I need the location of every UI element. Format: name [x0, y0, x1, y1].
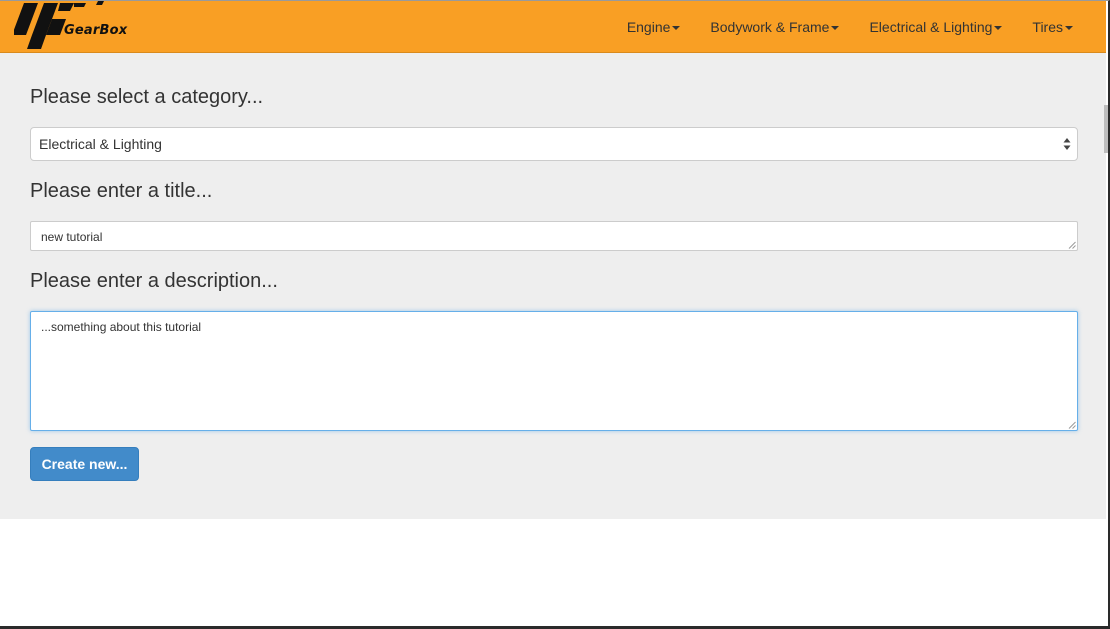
caret-down-icon: [1065, 25, 1073, 30]
nav-item-label: Tires: [1032, 19, 1063, 35]
category-label: Please select a category...: [30, 86, 264, 108]
category-select[interactable]: Electrical & Lighting: [30, 127, 1078, 161]
caret-down-icon: [994, 25, 1003, 30]
navbar: GearBox Engine Bodywork & Frame Electric…: [0, 1, 1106, 53]
nav-item-electrical-lighting[interactable]: Electrical & Lighting: [854, 1, 1017, 53]
resize-grip-icon[interactable]: [1068, 241, 1076, 249]
title-input-value: new tutorial: [41, 230, 103, 244]
resize-grip-icon[interactable]: [1068, 421, 1076, 429]
browser-window: GearBox Engine Bodywork & Frame Electric…: [0, 0, 1110, 629]
nav-item-tires[interactable]: Tires: [1017, 1, 1088, 53]
description-textarea-value: ...something about this tutorial: [41, 320, 202, 334]
title-input[interactable]: new tutorial: [30, 221, 1078, 251]
create-tutorial-form: Please select a category... Electrical &…: [0, 53, 1108, 519]
select-arrows-icon: [1063, 138, 1071, 150]
nav-item-bodywork-frame[interactable]: Bodywork & Frame: [695, 1, 854, 53]
nav-item-label: Engine: [626, 19, 671, 35]
brand-name: GearBox: [64, 23, 128, 38]
category-select-value: Electrical & Lighting: [39, 136, 162, 152]
nav-item-label: Bodywork & Frame: [710, 19, 830, 35]
brand-logo[interactable]: GearBox: [14, 1, 134, 53]
caret-down-icon: [672, 25, 681, 30]
scrollbar[interactable]: [1104, 105, 1108, 153]
description-textarea[interactable]: ...something about this tutorial: [30, 311, 1078, 431]
nav-item-label: Electrical & Lighting: [869, 19, 993, 35]
create-new-button[interactable]: Create new...: [30, 447, 139, 481]
description-label: Please enter a description...: [30, 270, 278, 292]
title-label: Please enter a title...: [30, 180, 213, 202]
nav-menu: Engine Bodywork & Frame Electrical & Lig…: [612, 1, 1088, 53]
nav-item-engine[interactable]: Engine: [612, 1, 696, 53]
caret-down-icon: [831, 25, 840, 30]
